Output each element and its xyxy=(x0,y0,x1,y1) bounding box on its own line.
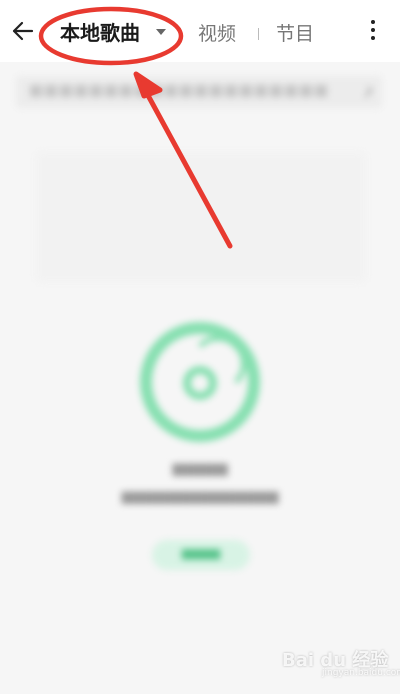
scan-button[interactable]: ▇▇▇▇▇ xyxy=(152,540,250,570)
blurred-content: ▇▇▇▇▇▇ ▇▇▇▇▇▇▇▇▇▇▇▇▇▇▇▇▇ ▇▇▇▇▇ xyxy=(0,62,400,694)
notice-text-placeholder xyxy=(30,85,330,97)
tab-video[interactable]: 视频 xyxy=(198,22,236,46)
empty-message-line: ▇▇▇▇▇▇▇▇▇▇▇▇▇▇▇▇▇ xyxy=(121,490,279,504)
empty-state: ▇▇▇▇▇▇ ▇▇▇▇▇▇▇▇▇▇▇▇▇▇▇▇▇ ▇▇▇▇▇ xyxy=(0,312,400,572)
tab-separator xyxy=(180,28,181,40)
screen: 本地歌曲 视频 节目 ▇▇▇▇▇▇ ▇▇▇▇▇▇▇▇▇▇▇▇▇▇▇▇▇ ▇▇▇▇… xyxy=(0,0,400,694)
tab-local-songs[interactable]: 本地歌曲 xyxy=(60,20,140,46)
back-arrow-icon[interactable] xyxy=(10,18,36,44)
tab-program[interactable]: 节目 xyxy=(276,22,314,46)
notice-bar xyxy=(16,76,382,108)
content-card xyxy=(36,152,366,282)
chevron-right-icon xyxy=(361,86,373,98)
music-disc-arc xyxy=(190,336,246,392)
tab-separator xyxy=(258,28,259,40)
top-bar: 本地歌曲 视频 节目 xyxy=(0,0,400,62)
more-vertical-icon[interactable] xyxy=(368,20,378,46)
caret-down-icon[interactable] xyxy=(156,29,166,35)
watermark-subtext: jingyan.baidu.com xyxy=(322,668,400,678)
watermark: Bai du 经验 jingyan.baidu.com xyxy=(282,646,400,678)
empty-message-line: ▇▇▇▇▇▇ xyxy=(172,462,228,476)
